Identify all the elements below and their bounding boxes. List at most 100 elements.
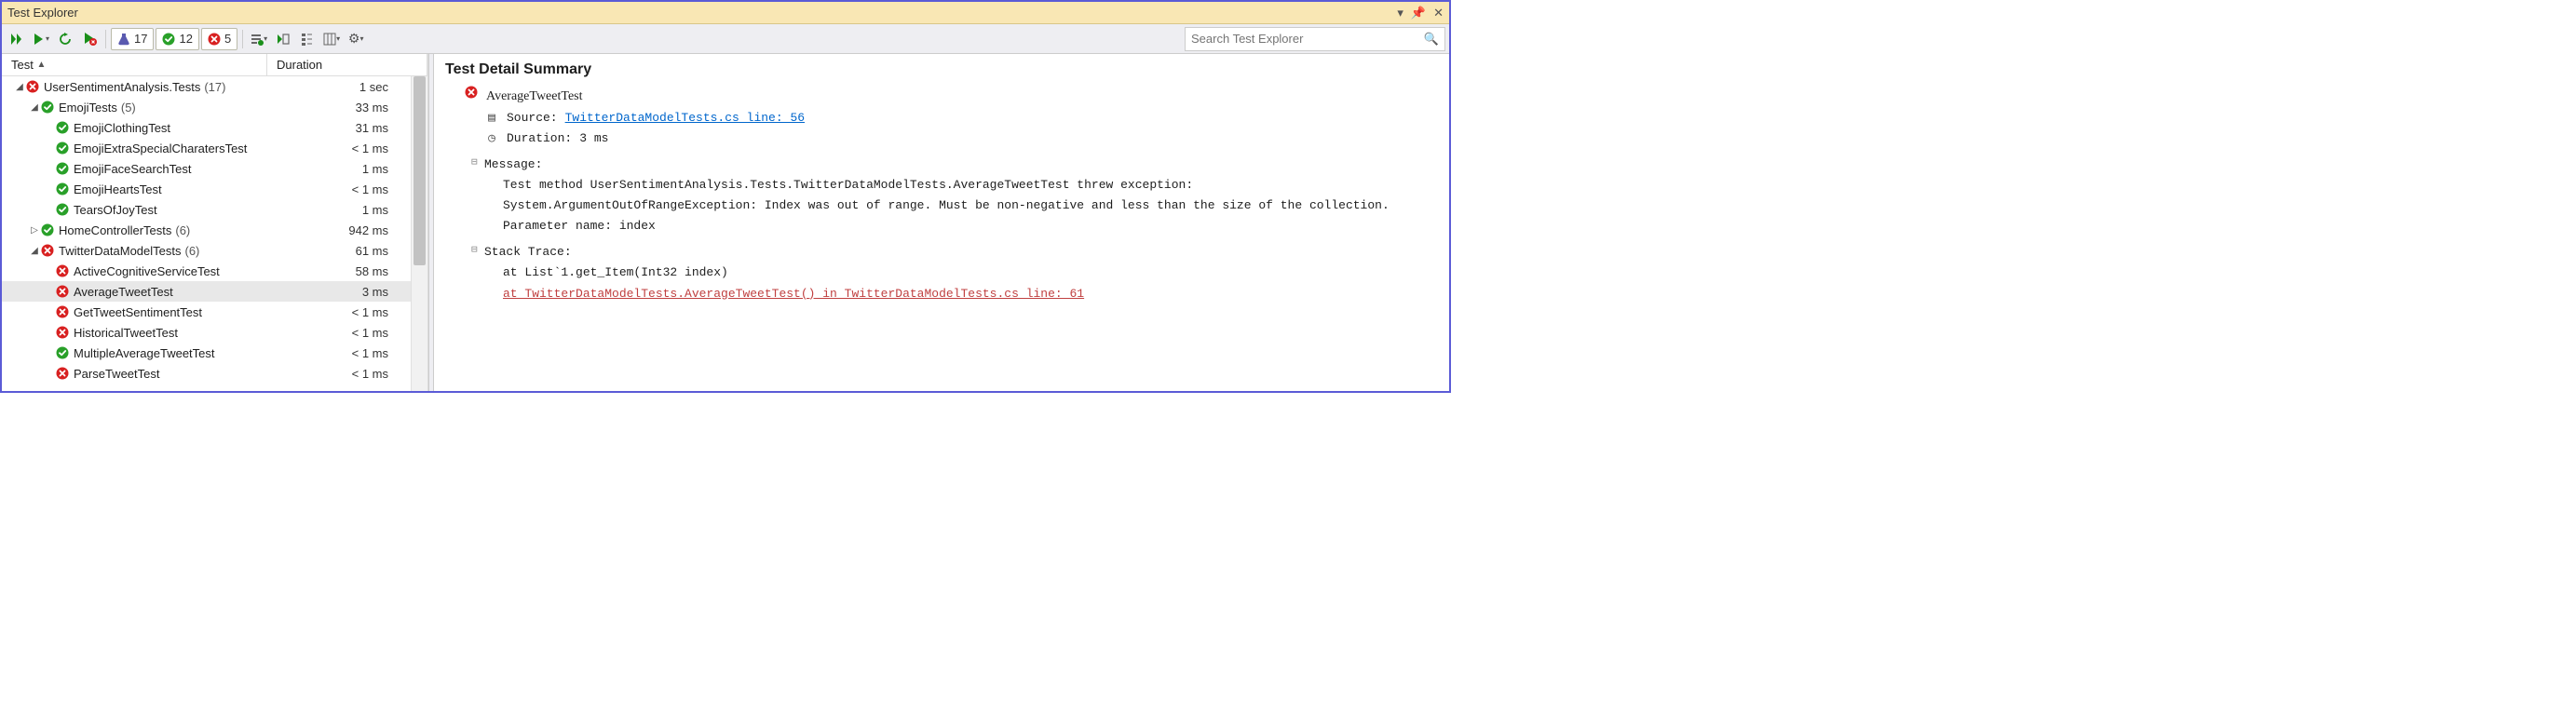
tree-item-label: TearsOfJoyTest xyxy=(74,203,157,217)
tree-row[interactable]: ParseTweetTest < 1 ms xyxy=(2,363,411,384)
expand-icon[interactable] xyxy=(45,328,54,338)
tree-header: Test ▲ Duration xyxy=(2,54,427,76)
separator xyxy=(105,30,106,48)
fail-icon xyxy=(464,86,479,107)
tree-item-count: (5) xyxy=(121,101,136,115)
tree-row[interactable]: EmojiClothingTest 31 ms xyxy=(2,117,411,138)
col-test[interactable]: Test ▲ xyxy=(2,54,267,75)
duration-row: ◷ Duration: 3 ms xyxy=(484,128,1438,149)
tree-item-label: EmojiExtraSpecialCharatersTest xyxy=(74,142,247,155)
tree-row[interactable]: EmojiFaceSearchTest 1 ms xyxy=(2,158,411,179)
scroll-thumb[interactable] xyxy=(414,76,426,265)
fail-icon xyxy=(56,264,70,278)
tree-row[interactable]: GetTweetSentimentTest < 1 ms xyxy=(2,302,411,322)
pass-count: 12 xyxy=(179,32,192,46)
message-line: Test method UserSentimentAnalysis.Tests.… xyxy=(503,175,1438,195)
tree-item-label: HomeControllerTests xyxy=(59,223,171,237)
toolbar: ▾ 17 12 5 ▾ ▾ ⚙▾ 🔍 xyxy=(2,24,1449,54)
repeat-button[interactable] xyxy=(54,28,76,50)
close-icon[interactable]: ✕ xyxy=(1433,7,1444,19)
tree-item-label: ActiveCognitiveServiceTest xyxy=(74,264,220,278)
expand-icon[interactable] xyxy=(45,143,54,154)
tree-item-label: MultipleAverageTweetTest xyxy=(74,346,215,360)
tree-row[interactable]: MultipleAverageTweetTest < 1 ms xyxy=(2,343,411,363)
window-menu-icon[interactable]: ▾ xyxy=(1397,7,1403,19)
tree-row[interactable]: ▷ HomeControllerTests (6) 942 ms xyxy=(2,220,411,240)
columns-button[interactable]: ▾ xyxy=(320,28,343,50)
pass-icon xyxy=(41,101,55,115)
tree-item-duration: 61 ms xyxy=(267,244,411,258)
pass-icon xyxy=(56,182,70,196)
tree-item-duration: < 1 ms xyxy=(267,326,411,340)
search-input[interactable] xyxy=(1191,32,1424,46)
run-all-button[interactable] xyxy=(6,28,28,50)
tree-item-duration: 3 ms xyxy=(267,285,411,299)
tree-row[interactable]: ◢ UserSentimentAnalysis.Tests (17) 1 sec xyxy=(2,76,411,97)
fail-icon xyxy=(26,80,40,94)
tree-item-count: (6) xyxy=(185,244,200,258)
collapse-message[interactable]: ⊟ xyxy=(471,155,478,172)
tree-item-label: TwitterDataModelTests xyxy=(59,244,182,258)
flask-badge[interactable]: 17 xyxy=(111,28,154,50)
pass-icon xyxy=(56,346,70,360)
tree-item-duration: 1 ms xyxy=(267,203,411,217)
tree-item-label: EmojiTests xyxy=(59,101,117,115)
tree-item-count: (17) xyxy=(204,80,225,94)
tree-item-duration: < 1 ms xyxy=(267,305,411,319)
tree-row[interactable]: EmojiHeartsTest < 1 ms xyxy=(2,179,411,199)
col-duration[interactable]: Duration xyxy=(267,54,427,75)
source-icon: ▤ xyxy=(484,108,499,128)
pass-badge[interactable]: 12 xyxy=(156,28,198,50)
hierarchy-button[interactable] xyxy=(296,28,319,50)
cancel-run-button[interactable] xyxy=(78,28,101,50)
tree-row[interactable]: EmojiExtraSpecialCharatersTest < 1 ms xyxy=(2,138,411,158)
expand-icon[interactable] xyxy=(45,123,54,133)
expand-icon[interactable]: ◢ xyxy=(15,82,24,92)
expand-icon[interactable]: ▷ xyxy=(30,225,39,236)
collapse-stack[interactable]: ⊟ xyxy=(471,242,478,260)
tree-row[interactable]: ◢ EmojiTests (5) 33 ms xyxy=(2,97,411,117)
scrollbar[interactable] xyxy=(411,76,427,391)
expand-icon[interactable] xyxy=(45,307,54,317)
tree-item-duration: 58 ms xyxy=(267,264,411,278)
tree-item-duration: < 1 ms xyxy=(267,367,411,381)
pass-icon xyxy=(41,223,55,237)
fail-icon xyxy=(56,367,70,381)
expand-icon[interactable] xyxy=(45,164,54,174)
expand-icon[interactable] xyxy=(45,287,54,297)
tree-item-duration: < 1 ms xyxy=(267,182,411,196)
tree-row[interactable]: ActiveCognitiveServiceTest 58 ms xyxy=(2,261,411,281)
pin-icon[interactable]: 📌 xyxy=(1411,7,1426,19)
pass-icon xyxy=(162,33,175,46)
tree-row[interactable]: AverageTweetTest 3 ms xyxy=(2,281,411,302)
tree-row[interactable]: TearsOfJoyTest 1 ms xyxy=(2,199,411,220)
test-explorer-window: Test Explorer ▾ 📌 ✕ ▾ 17 12 5 ▾ ▾ ⚙▾ xyxy=(0,0,1451,393)
fail-badge[interactable]: 5 xyxy=(201,28,237,50)
tree-row[interactable]: HistoricalTweetTest < 1 ms xyxy=(2,322,411,343)
run-button[interactable]: ▾ xyxy=(30,28,52,50)
expand-icon[interactable] xyxy=(45,369,54,379)
source-link[interactable]: TwitterDataModelTests.cs line: 56 xyxy=(565,108,805,128)
tree-item-label: EmojiClothingTest xyxy=(74,121,170,135)
expand-icon[interactable] xyxy=(45,348,54,358)
duration-value: 3 ms xyxy=(579,128,608,149)
expand-icon[interactable] xyxy=(45,266,54,276)
window-title: Test Explorer xyxy=(7,6,1397,20)
duration-label: Duration: xyxy=(507,128,572,149)
playlist-button[interactable]: ▾ xyxy=(248,28,270,50)
separator xyxy=(242,30,243,48)
search-icon[interactable]: 🔍 xyxy=(1424,32,1439,47)
settings-button[interactable]: ⚙▾ xyxy=(345,28,367,50)
titlebar: Test Explorer ▾ 📌 ✕ xyxy=(2,2,1449,24)
expand-icon[interactable]: ◢ xyxy=(30,246,39,256)
search-box[interactable]: 🔍 xyxy=(1185,27,1445,51)
detail-heading: Test Detail Summary xyxy=(445,61,1438,78)
expand-icon[interactable]: ◢ xyxy=(30,102,39,113)
expand-icon[interactable] xyxy=(45,184,54,195)
run-after-build-button[interactable] xyxy=(272,28,294,50)
expand-icon[interactable] xyxy=(45,205,54,215)
tree-row[interactable]: ◢ TwitterDataModelTests (6) 61 ms xyxy=(2,240,411,261)
pass-icon xyxy=(56,162,70,176)
tree-item-duration: 1 sec xyxy=(267,80,411,94)
stack-link[interactable]: at TwitterDataModelTests.AverageTweetTes… xyxy=(503,287,1084,301)
